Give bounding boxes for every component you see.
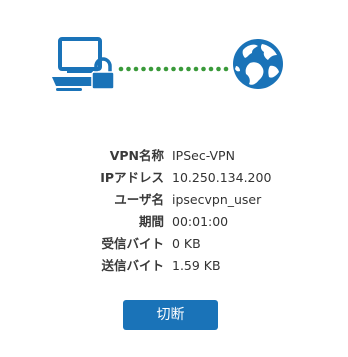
info-label: VPN名称: [109, 148, 164, 163]
info-value: 0 KB: [172, 236, 201, 251]
connection-dot: [223, 66, 229, 72]
info-row: IPアドレス 10.250.134.200: [0, 167, 348, 189]
info-value: 10.250.134.200: [172, 170, 272, 185]
info-value: IPSec-VPN: [172, 148, 235, 163]
globe-icon: [233, 39, 283, 89]
info-label: IPアドレス: [100, 170, 164, 185]
connection-graphic: [52, 37, 283, 91]
connection-dot: [216, 66, 221, 72]
connection-dot: [178, 66, 184, 72]
connection-dot: [171, 66, 176, 72]
info-label: 受信バイト: [101, 236, 164, 251]
info-row: 期間 00:01:00: [0, 211, 348, 233]
connection-dot: [126, 66, 131, 72]
disconnect-button[interactable]: 切断: [123, 300, 218, 330]
connection-dot: [163, 66, 169, 72]
connection-dot: [118, 66, 124, 72]
connection-dot: [208, 66, 214, 72]
dotted-connection-line: [118, 66, 229, 72]
info-value: 1.59 KB: [172, 258, 221, 273]
info-row: 送信バイト 1.59 KB: [0, 255, 348, 277]
connection-dot: [148, 66, 154, 72]
connection-dot: [141, 66, 146, 72]
info-label: 期間: [138, 214, 164, 229]
info-value: 00:01:00: [172, 214, 229, 229]
computer-with-lock-icon: [52, 37, 115, 91]
connection-dot: [156, 66, 161, 72]
connection-dot: [193, 66, 199, 72]
info-value: ipsecvpn_user: [172, 192, 262, 207]
info-label: ユーザ名: [114, 192, 164, 207]
info-label: 送信バイト: [101, 258, 164, 273]
info-row: VPN名称 IPSec-VPN: [0, 145, 348, 167]
connection-dot: [186, 66, 191, 72]
connection-dot: [201, 66, 206, 72]
connection-dot: [133, 66, 139, 72]
info-row: ユーザ名 ipsecvpn_user: [0, 189, 348, 211]
info-row: 受信バイト 0 KB: [0, 233, 348, 255]
